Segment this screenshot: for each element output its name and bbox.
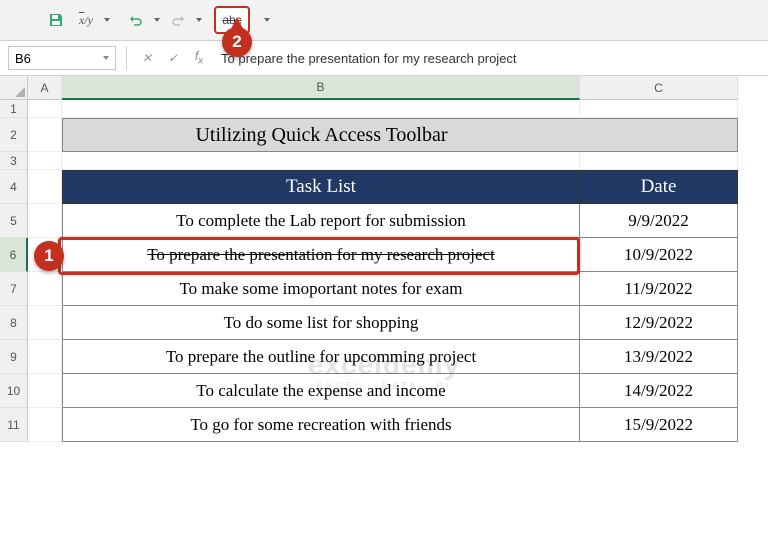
callout-2: 2 xyxy=(222,27,252,57)
column-header[interactable]: B xyxy=(62,76,580,100)
column-header[interactable]: A xyxy=(28,76,62,100)
formula-input[interactable]: To prepare the presentation for my resea… xyxy=(215,51,760,66)
row-header[interactable]: 11 xyxy=(0,408,28,442)
cell[interactable]: 12/9/2022 xyxy=(580,306,738,340)
cell-value: To complete the Lab report for submissio… xyxy=(62,204,580,238)
header-task-label: Task List xyxy=(62,170,580,204)
chevron-down-icon xyxy=(103,56,109,60)
cell-value: 9/9/2022 xyxy=(580,204,738,238)
redo-button[interactable] xyxy=(164,6,192,34)
row-header[interactable]: 3 xyxy=(0,152,28,170)
column-headers: A B C xyxy=(28,76,768,100)
cell-value: To go for some recreation with friends xyxy=(62,408,580,442)
cell[interactable] xyxy=(28,100,62,118)
cell-value: 12/9/2022 xyxy=(580,306,738,340)
quick-access-toolbar: x/y abc xyxy=(0,0,768,40)
row-header[interactable]: 1 xyxy=(0,100,28,118)
cell[interactable] xyxy=(580,100,738,118)
cell[interactable]: To calculate the expense and income xyxy=(62,374,580,408)
cell[interactable] xyxy=(28,408,62,442)
row-header[interactable]: 4 xyxy=(0,170,28,204)
cell[interactable] xyxy=(28,204,62,238)
cell[interactable] xyxy=(28,340,62,374)
qat-customize-dropdown[interactable] xyxy=(262,18,272,22)
cell-value: 15/9/2022 xyxy=(580,408,738,442)
cell-value: To make some imoportant notes for exam xyxy=(62,272,580,306)
row-headers: 1 2 3 4 5 6 7 8 9 10 11 xyxy=(0,76,28,442)
cell-value: To prepare the presentation for my resea… xyxy=(62,238,580,272)
cell-value: 11/9/2022 xyxy=(580,272,738,306)
row-header[interactable]: 5 xyxy=(0,204,28,238)
separator xyxy=(126,46,127,70)
fraction-button[interactable]: x/y xyxy=(72,6,100,34)
cell-value: To do some list for shopping xyxy=(62,306,580,340)
cell[interactable] xyxy=(28,170,62,204)
cell[interactable]: 13/9/2022 xyxy=(580,340,738,374)
cell[interactable]: To make some imoportant notes for exam xyxy=(62,272,580,306)
cell-title[interactable]: Utilizing Quick Access Toolbar xyxy=(62,118,580,152)
row-header[interactable]: 8 xyxy=(0,306,28,340)
cell[interactable] xyxy=(28,152,62,170)
undo-button[interactable] xyxy=(122,6,150,34)
redo-dropdown[interactable] xyxy=(194,18,204,22)
cell[interactable] xyxy=(580,118,738,152)
cell[interactable]: 14/9/2022 xyxy=(580,374,738,408)
cell[interactable] xyxy=(28,374,62,408)
cell[interactable]: To go for some recreation with friends xyxy=(62,408,580,442)
cell-value: 10/9/2022 xyxy=(580,238,738,272)
cancel-formula-button[interactable]: ✕ xyxy=(137,48,157,68)
cell[interactable]: 10/9/2022 xyxy=(580,238,738,272)
row-header[interactable]: 10 xyxy=(0,374,28,408)
name-box-value: B6 xyxy=(15,51,31,66)
cell[interactable]: 9/9/2022 xyxy=(580,204,738,238)
row-header[interactable]: 9 xyxy=(0,340,28,374)
formula-bar: B6 ✕ ✓ fx To prepare the presentation fo… xyxy=(0,40,768,76)
cell[interactable]: To complete the Lab report for submissio… xyxy=(62,204,580,238)
cell-value: To calculate the expense and income xyxy=(62,374,580,408)
row-header[interactable]: 6 xyxy=(0,238,28,272)
title-label: Utilizing Quick Access Toolbar xyxy=(62,118,580,152)
name-box[interactable]: B6 xyxy=(8,46,116,70)
undo-dropdown[interactable] xyxy=(152,18,162,22)
cell[interactable]: 11/9/2022 xyxy=(580,272,738,306)
fx-button[interactable]: fx xyxy=(189,48,209,68)
callout-1: 1 xyxy=(34,241,64,271)
enter-formula-button[interactable]: ✓ xyxy=(163,48,183,68)
cell[interactable] xyxy=(62,100,580,118)
row-header[interactable]: 2 xyxy=(0,118,28,152)
save-button[interactable] xyxy=(42,6,70,34)
column-header[interactable]: C xyxy=(580,76,738,100)
cell[interactable] xyxy=(28,272,62,306)
cell-selected[interactable]: To prepare the presentation for my resea… xyxy=(62,238,580,272)
cell[interactable] xyxy=(62,152,580,170)
cell-value: 14/9/2022 xyxy=(580,374,738,408)
cell[interactable]: To do some list for shopping xyxy=(62,306,580,340)
row-header[interactable]: 7 xyxy=(0,272,28,306)
cell[interactable]: 15/9/2022 xyxy=(580,408,738,442)
fraction-dropdown[interactable] xyxy=(102,18,112,22)
cell[interactable]: To prepare the outline for upcomming pro… xyxy=(62,340,580,374)
cell[interactable] xyxy=(580,152,738,170)
cell-header-date[interactable]: Date xyxy=(580,170,738,204)
select-all-corner[interactable] xyxy=(0,76,28,100)
cell-value: To prepare the outline for upcomming pro… xyxy=(62,340,580,374)
cell-value: 13/9/2022 xyxy=(580,340,738,374)
header-date-label: Date xyxy=(580,170,738,204)
cell[interactable] xyxy=(28,306,62,340)
spreadsheet-grid: 1 2 3 4 5 6 7 8 9 10 11 A B C Utilizing … xyxy=(0,76,768,442)
cell-header-task[interactable]: Task List xyxy=(62,170,580,204)
cell[interactable] xyxy=(28,118,62,152)
